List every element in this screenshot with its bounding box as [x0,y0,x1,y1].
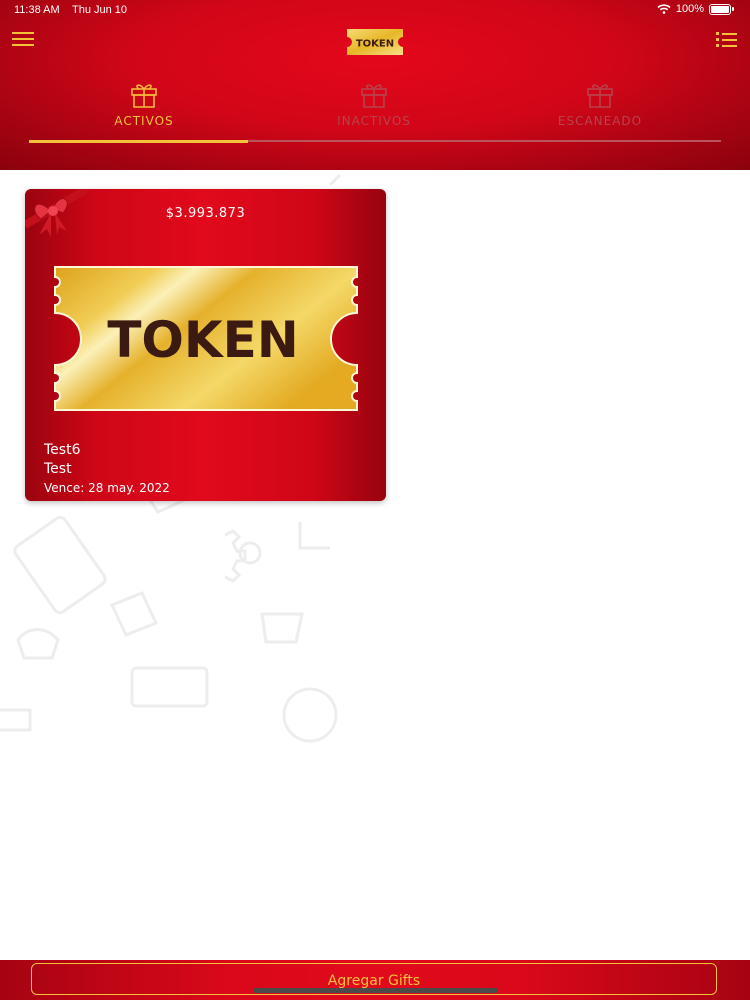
gift-icon [361,84,387,108]
app-header: 11:38 AM Thu Jun 10 100% TOKEN ACTIVOS I… [0,0,750,170]
tab-label: ESCANEADO [557,114,643,128]
card-expiry: Vence: 28 may. 2022 [44,481,170,495]
ticket-text: TOKEN [107,311,298,369]
card-subtitle: Test [44,461,72,477]
tab-inactivos[interactable]: INACTIVOS [259,78,489,140]
status-time: 11:38 AM [14,4,60,16]
token-logo: TOKEN [347,29,403,55]
status-bar: 11:38 AM Thu Jun 10 100% [0,0,750,22]
gift-icon [131,84,157,108]
gift-card[interactable]: $3.993.873 TOKEN Test6 Test Vence: 28 ma… [25,189,386,501]
logo-text: TOKEN [356,39,394,50]
footer-bar: Agregar Gifts [0,960,750,1000]
tab-bar: ACTIVOS INACTIVOS ESCANEADO [29,78,721,143]
tab-label: INACTIVOS [337,114,411,128]
battery-icon [709,3,731,15]
home-indicator [253,988,498,993]
wifi-icon [657,4,671,14]
tab-escaneado[interactable]: ESCANEADO [485,78,715,140]
tab-activos[interactable]: ACTIVOS [29,78,259,140]
battery-percent: 100% [675,3,704,15]
tab-label: ACTIVOS [114,114,174,128]
status-indicators: 100% [657,3,734,15]
token-ticket-image: TOKEN [54,266,358,411]
gift-icon [587,84,613,108]
tab-active-indicator [29,140,248,143]
status-date: Thu Jun 10 [72,4,128,16]
hamburger-menu-icon[interactable] [12,32,34,48]
card-amount: $3.993.873 [165,206,246,221]
card-name: Test6 [44,442,81,458]
list-menu-icon[interactable] [716,32,738,48]
